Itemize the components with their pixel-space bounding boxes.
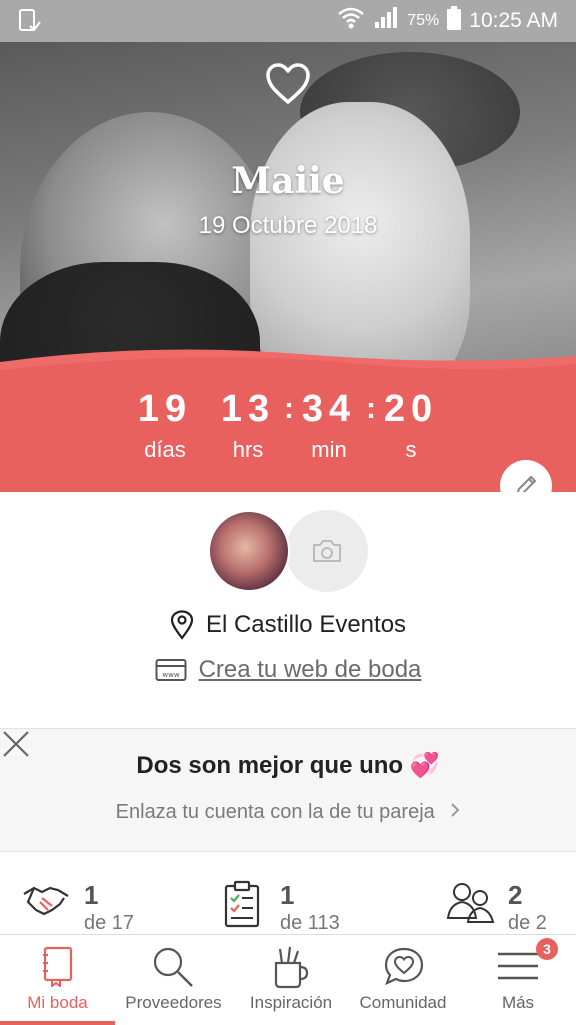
svg-text:www: www	[162, 671, 179, 679]
create-wedding-website-link[interactable]: www Crea tu web de boda	[0, 656, 576, 684]
venue-name: El Castillo Eventos	[205, 611, 407, 638]
couple-name: Maiie	[231, 160, 345, 202]
nav-item-mi-boda[interactable]: Mi boda	[0, 935, 115, 1025]
battery-icon	[447, 6, 462, 36]
countdown: 19 días 13 hrs : 34 min : 20 s	[0, 388, 576, 468]
wedding-date: 19 Octubre 2018	[198, 212, 378, 239]
close-icon[interactable]	[0, 728, 32, 760]
screenshot-notification-icon	[18, 8, 42, 39]
countdown-days: 19 días	[120, 388, 210, 463]
couple-avatars	[0, 510, 576, 592]
tasks-stat[interactable]: 1 de 113	[222, 880, 352, 936]
chevron-right-icon	[450, 801, 460, 823]
vendors-stat[interactable]: 1 de 17	[22, 880, 152, 936]
countdown-seconds-label: s	[405, 437, 417, 462]
countdown-days-value: 19	[137, 388, 193, 430]
clock: 10:25 AM	[469, 9, 558, 32]
countdown-days-label: días	[144, 437, 186, 462]
link-partner-card[interactable]: Dos son mejor que uno 💞 Enlaza tu cuenta…	[0, 728, 576, 852]
add-partner-photo-button[interactable]	[286, 510, 368, 592]
tasks-total: de 113	[280, 912, 340, 934]
search-icon	[151, 945, 195, 994]
nav-label-comunidad: Comunidad	[359, 993, 447, 1012]
nav-label-mi-boda: Mi boda	[27, 993, 88, 1012]
status-bar: 75% 10:25 AM	[0, 0, 576, 42]
browser-icon: www	[155, 659, 187, 681]
countdown-seconds: 20 s	[366, 388, 456, 463]
vendors-total: de 17	[84, 912, 135, 934]
bottom-navigation: Mi boda Proveedores Inspiración Comunida…	[0, 934, 576, 1025]
menu-icon	[498, 951, 538, 986]
countdown-minutes-value: 34	[301, 388, 357, 430]
nav-label-proveedores: Proveedores	[125, 993, 222, 1012]
hero-banner: Maiie 19 Octubre 2018 19 días 13 hrs : 3…	[0, 42, 576, 492]
nav-item-comunidad[interactable]: Comunidad	[350, 935, 456, 1025]
nav-item-inspiracion[interactable]: Inspiración	[232, 935, 350, 1025]
pencil-icon	[516, 476, 536, 492]
vendors-count: 1	[84, 880, 99, 910]
countdown-minutes-label: min	[311, 437, 347, 462]
nav-item-proveedores[interactable]: Proveedores	[115, 935, 232, 1025]
wifi-icon	[337, 6, 365, 36]
nav-label-mas: Más	[501, 993, 535, 1012]
handshake-icon	[22, 880, 70, 925]
guests-icon	[446, 880, 496, 929]
camera-icon	[313, 540, 341, 562]
countdown-hours-label: hrs	[232, 437, 264, 462]
heart-icon	[266, 63, 310, 104]
tasks-count: 1	[280, 880, 295, 910]
promo-subtitle-text: Enlaza tu cuenta con la de tu pareja	[115, 801, 435, 823]
guests-total: de 2	[508, 912, 547, 934]
guests-count: 2	[508, 880, 523, 910]
create-wedding-website-text: Crea tu web de boda	[198, 656, 422, 683]
notebook-icon	[40, 945, 74, 992]
location-pin-icon	[170, 610, 194, 640]
checklist-icon	[222, 880, 262, 933]
countdown-minutes: 34 min	[284, 388, 374, 463]
countdown-hours-value: 13	[220, 388, 276, 430]
active-indicator	[0, 1021, 115, 1025]
nav-label-inspiracion: Inspiración	[249, 993, 333, 1012]
guests-stat[interactable]: 2 de 2	[446, 880, 556, 936]
notification-badge: 3	[536, 938, 558, 960]
chat-heart-icon	[382, 945, 426, 994]
venue[interactable]: El Castillo Eventos	[0, 610, 576, 640]
signal-icon	[373, 6, 399, 36]
countdown-seconds-value: 20	[383, 388, 439, 430]
promo-subtitle[interactable]: Enlaza tu cuenta con la de tu pareja	[0, 801, 576, 824]
countdown-hours: 13 hrs	[203, 388, 293, 463]
avatar[interactable]	[208, 510, 290, 592]
promo-title: Dos son mejor que uno 💞	[136, 752, 440, 779]
brush-cup-icon	[270, 945, 310, 994]
battery-percent: 75%	[407, 12, 440, 29]
wedding-stats: 1 de 17 1 de 113 2 de 2	[0, 870, 576, 934]
